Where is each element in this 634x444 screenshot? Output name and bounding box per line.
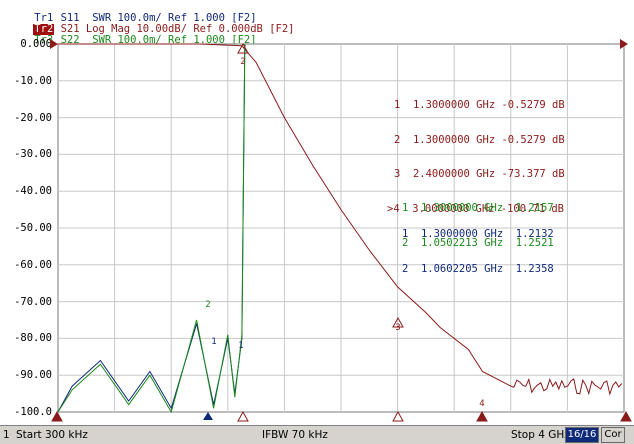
marker-bottom-1[interactable] [237,410,249,422]
ifbw[interactable]: IFBW 70 kHz [262,429,328,441]
channel-number[interactable]: 1 [3,429,10,441]
marker-bottom-3[interactable] [392,410,404,422]
stop-marker[interactable] [620,410,632,422]
start-marker[interactable] [51,410,63,422]
points-indicator[interactable]: 16/16 [565,427,599,443]
marker-bottom-blue[interactable] [203,412,213,420]
vna-display: Tr1 S11 SWR 100.0m/ Ref 1.000 [F2] Tr2 S… [0,0,634,444]
marker-label-3: 3 [395,323,400,333]
stop-frequency[interactable]: Stop 4 GHz [511,429,570,441]
correction-indicator[interactable]: Cor [601,427,625,443]
marker-row: 1 1.3000000 GHz -0.5279 dB [394,99,565,111]
marker-label-s11-1b: 1 [238,341,243,351]
marker-label-4: 4 [479,399,484,409]
marker-label-s22-2: 2 [205,300,210,310]
marker-row: 1 1.3000000 GHz 1.2132 [402,228,554,240]
marker-row: 2 1.0602205 GHz 1.2358 [402,262,554,275]
start-frequency[interactable]: Start 300 kHz [16,429,88,441]
marker-label-s11-1: 1 [211,337,216,347]
marker-row: 2 1.3000000 GHz -0.5279 dB [394,133,565,146]
marker-bottom-4[interactable] [476,410,488,422]
marker-table-tr1: 1 1.3000000 GHz 1.2132 2 1.0602205 GHz 1… [402,206,554,298]
marker-row: 3 2.4000000 GHz -73.377 dB [394,168,565,180]
ref-level-marker-left[interactable] [50,39,58,49]
marker-label-2: 2 [240,57,245,67]
status-bar: 1 Start 300 kHz IFBW 70 kHz Stop 4 GHz 1… [0,425,634,444]
